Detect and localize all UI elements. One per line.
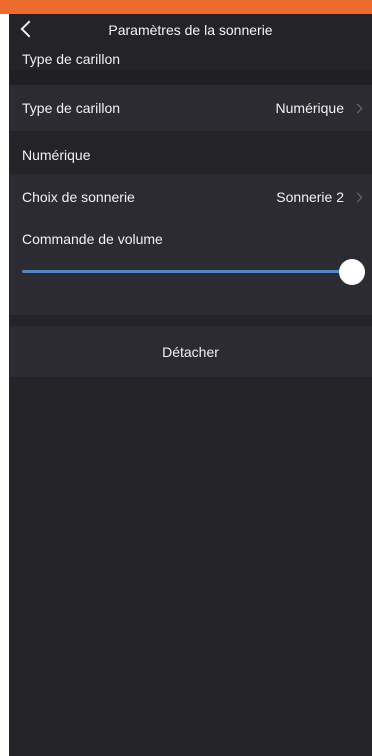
ringtone-choice-label: Choix de sonnerie (22, 189, 135, 205)
ringtone-settings-screen: Paramètres de la sonnerie Type de carill… (9, 14, 372, 756)
volume-slider-thumb[interactable] (339, 259, 365, 285)
volume-slider-track[interactable] (22, 270, 352, 273)
ringtone-choice-row[interactable]: Choix de sonnerie Sonnerie 2 (9, 174, 372, 220)
page-title: Paramètres de la sonnerie (108, 22, 273, 38)
ringtone-choice-value: Sonnerie 2 (276, 189, 344, 205)
chime-type-label: Type de carillon (22, 100, 121, 116)
status-strip (0, 0, 372, 14)
section-heading-chime-type: Type de carillon (22, 51, 121, 67)
divider (9, 70, 372, 85)
chime-type-row[interactable]: Type de carillon Numérique (9, 85, 372, 131)
app-frame: Paramètres de la sonnerie Type de carill… (0, 0, 372, 756)
volume-label: Commande de volume (22, 231, 163, 247)
detach-button[interactable]: Détacher (9, 326, 372, 377)
chime-type-value: Numérique (275, 100, 344, 116)
header-bar: Paramètres de la sonnerie (9, 14, 372, 48)
chevron-right-icon (352, 192, 363, 203)
section-heading-digital: Numérique (22, 147, 91, 163)
volume-control: Commande de volume (9, 219, 372, 315)
chevron-right-icon (352, 103, 363, 114)
detach-button-label: Détacher (162, 344, 219, 360)
